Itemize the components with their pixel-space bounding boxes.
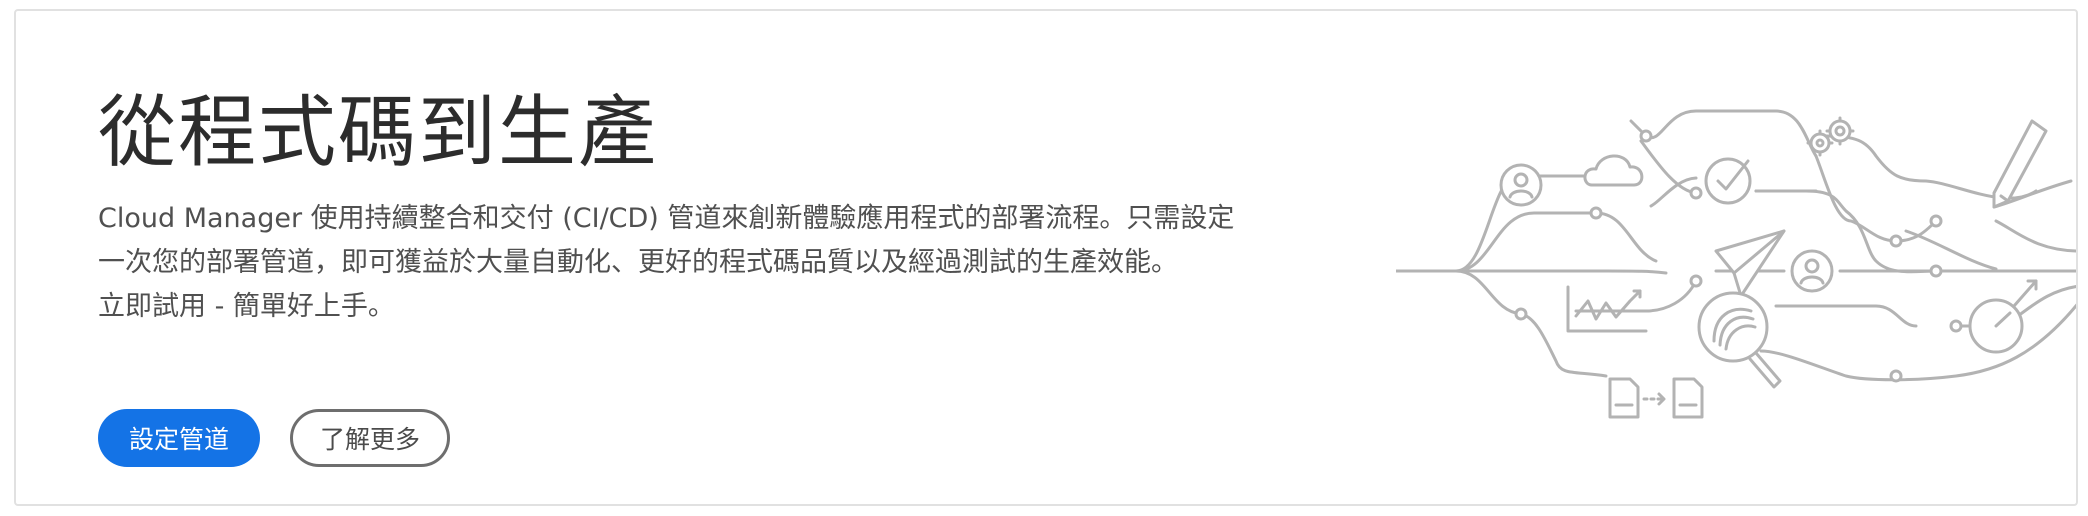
- hero-description: Cloud Manager 使用持續整合和交付 (CI/CD) 管道來創新體驗應…: [98, 197, 1298, 329]
- description-line-3: 立即試用 - 簡單好上手。: [98, 291, 395, 322]
- paper-plane-icon: [1714, 229, 1786, 298]
- description-line-1: Cloud Manager 使用持續整合和交付 (CI/CD) 管道來創新體驗應…: [98, 203, 1235, 234]
- user-icon: [1790, 249, 1834, 293]
- user-icon: [1499, 163, 1543, 207]
- pipeline-illustration: [1396, 101, 2076, 441]
- speedometer-icon: [1968, 279, 2038, 354]
- document-icon: [1608, 377, 1640, 419]
- checkmark-icon: [1704, 157, 1752, 205]
- magnifier-icon: [1697, 291, 1782, 389]
- page-title: 從程式碼到生產: [98, 88, 659, 178]
- description-line-2: 一次您的部署管道，即可獲益於大量自動化、更好的程式碼品質以及經過測試的生產效能。: [98, 247, 1178, 278]
- cloud-icon: [1583, 154, 1644, 187]
- gears-icon: [1806, 116, 1855, 157]
- document-icon: [1672, 377, 1704, 419]
- setup-pipeline-button[interactable]: 設定管道: [98, 409, 260, 467]
- learn-more-button[interactable]: 了解更多: [290, 409, 450, 467]
- pen-icon: [1992, 119, 2073, 209]
- hero-card: 從程式碼到生產 Cloud Manager 使用持續整合和交付 (CI/CD) …: [14, 9, 2078, 506]
- arrow-icon: [1642, 392, 1666, 406]
- chart-icon: [1566, 285, 1648, 333]
